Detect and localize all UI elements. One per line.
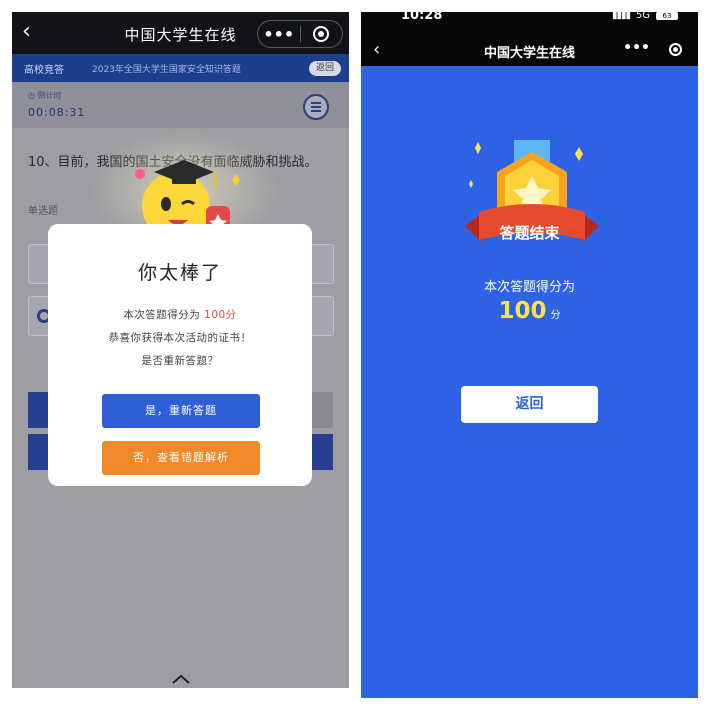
screenshot-collage: ‹ 中国大学生在线 ••• 高校竞答 2023年全国大学生国家安全知识答题 返回…	[0, 0, 710, 710]
battery-icon: 63	[656, 12, 678, 20]
dialog-retry-question: 是否重新答题？	[141, 355, 219, 367]
header-return-button[interactable]: 返回	[309, 61, 341, 76]
section-label: 高校竞答	[24, 65, 64, 76]
retry-button[interactable]: 是，重新答题	[102, 394, 260, 428]
status-time: 10:28	[401, 12, 443, 23]
score-number: 100	[498, 298, 547, 324]
quiz-header-bar: 高校竞答 2023年全国大学生国家安全知识答题 返回	[12, 54, 349, 82]
score-prefix: 本次答题得分为	[123, 309, 201, 321]
prev-button[interactable]	[28, 392, 50, 428]
mini-program-capsule: •••	[257, 20, 343, 48]
list-icon-line	[311, 106, 321, 108]
result-dialog: 你太棒了 本次答题得分为 100分 恭喜你获得本次活动的证书！ 是否重新答题？ …	[48, 224, 312, 486]
target-icon	[669, 43, 682, 56]
timer-panel: ◷ 倒计时 00:08:31	[12, 82, 349, 128]
question-type: 单选题	[28, 206, 58, 217]
dialog-score-line: 本次答题得分为 100分	[48, 307, 312, 322]
next-button[interactable]	[312, 434, 333, 470]
score-value: 100分	[204, 309, 237, 321]
submit-button[interactable]	[28, 434, 50, 470]
more-button[interactable]: •••	[258, 25, 300, 44]
dialog-certificate-line: 恭喜你获得本次活动的证书！	[108, 332, 252, 344]
score-display: 100 分	[361, 298, 698, 324]
signal-icon: ▮▮▮▮	[611, 12, 631, 21]
option-button[interactable]	[312, 392, 333, 428]
timer-label: ◷ 倒计时	[28, 90, 62, 101]
view-mistakes-button[interactable]: 否，查看错题解析	[102, 441, 260, 475]
quiz-finished-badge: 答题结束	[499, 224, 560, 242]
left-phone-screen: ‹ 中国大学生在线 ••• 高校竞答 2023年全国大学生国家安全知识答题 返回…	[12, 12, 349, 688]
score-unit: 分	[550, 310, 561, 321]
target-icon	[313, 26, 330, 42]
chevron-up-icon[interactable]	[172, 674, 190, 684]
list-icon-line	[311, 110, 321, 112]
clock-icon: ◷	[28, 91, 35, 100]
question-list-button[interactable]	[303, 94, 329, 120]
network-label: 5G	[635, 12, 650, 21]
right-phone-screen: 10:28 ▮▮▮▮ 5G 63 ‹ 中国大学生在线 ••• 答题结束 本次答题…	[361, 12, 698, 698]
timer-value: 00:08:31	[28, 106, 86, 119]
status-bar: 10:28 ▮▮▮▮ 5G 63	[361, 12, 698, 34]
quiz-title: 2023年全国大学生国家安全知识答题	[92, 65, 241, 75]
close-mini-program-button[interactable]	[669, 43, 682, 56]
score-label: 本次答题得分为	[483, 280, 575, 295]
close-mini-program-button[interactable]	[300, 26, 342, 42]
timer-label-text: 倒计时	[37, 91, 62, 100]
return-button[interactable]: 返回	[461, 386, 598, 423]
nav-bar: ‹ 中国大学生在线 •••	[361, 34, 698, 66]
list-icon-line	[311, 102, 321, 104]
dialog-title: 你太棒了	[137, 262, 222, 284]
more-button[interactable]: •••	[623, 40, 650, 56]
nav-bar: ‹ 中国大学生在线 •••	[12, 12, 349, 54]
